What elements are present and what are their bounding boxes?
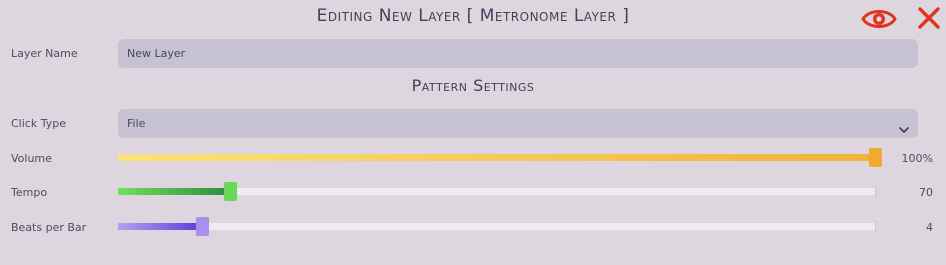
chevron-down-icon [898, 118, 910, 133]
volume-value: 100% [901, 152, 933, 165]
layer-editor-panel: Editing New Layer [ Metronome Layer ] La… [0, 0, 946, 265]
layer-name-input[interactable]: New Layer [118, 39, 918, 68]
click-type-select[interactable]: File [118, 109, 918, 138]
layer-name-label: Layer Name [11, 47, 78, 60]
volume-fill [118, 154, 876, 161]
tempo-slider[interactable] [118, 182, 876, 201]
beats-per-bar-track-end [875, 221, 876, 232]
beats-per-bar-slider[interactable] [118, 217, 876, 236]
tempo-fill [118, 188, 230, 195]
volume-slider[interactable] [118, 148, 882, 167]
pattern-settings-title: Pattern Settings [411, 76, 535, 95]
close-icon[interactable] [917, 6, 941, 30]
volume-handle[interactable] [869, 148, 882, 167]
eye-icon[interactable] [861, 7, 897, 31]
beats-per-bar-value: 4 [926, 221, 933, 234]
beats-per-bar-fill [118, 223, 202, 230]
tempo-handle[interactable] [224, 182, 237, 201]
beats-per-bar-label: Beats per Bar [11, 221, 87, 234]
beats-per-bar-handle[interactable] [196, 217, 209, 236]
editor-title: Editing New Layer [ Metronome Layer ] [316, 6, 630, 26]
volume-label: Volume [11, 152, 52, 165]
click-type-selected: File [127, 117, 146, 130]
tempo-track-end [875, 186, 876, 197]
tempo-value: 70 [919, 186, 933, 199]
tempo-label: Tempo [11, 186, 48, 199]
click-type-label: Click Type [11, 117, 66, 130]
